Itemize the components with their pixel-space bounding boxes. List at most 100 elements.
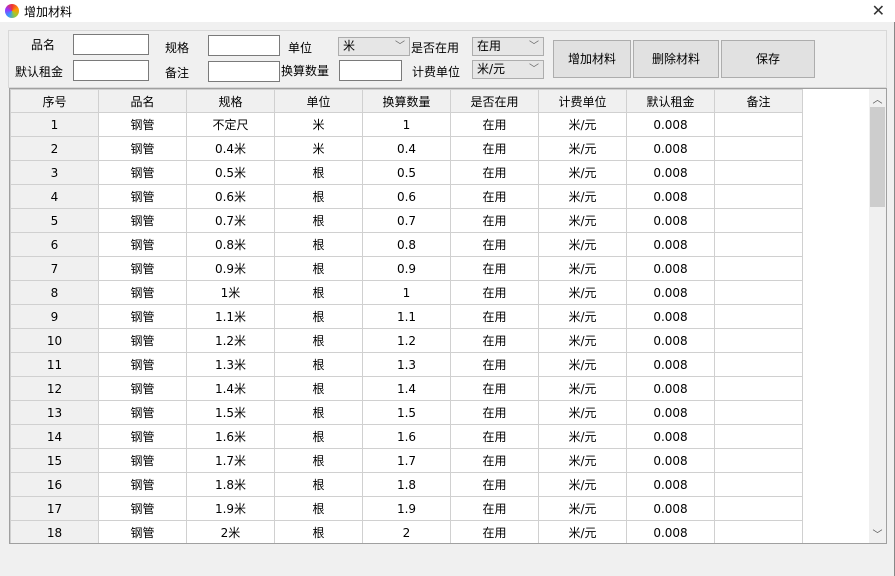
table-row[interactable]: 16 钢管 1.8米根 1.8 在用 米/元 0.008 (10, 472, 803, 497)
cell-conv[interactable]: 0.5 (362, 160, 451, 185)
column-header-rent[interactable]: 默认租金 (626, 89, 715, 113)
cell-note[interactable] (714, 304, 803, 329)
unit-select[interactable]: 米 ﹀ (338, 37, 410, 56)
cell-note[interactable] (714, 184, 803, 209)
cell-inuse[interactable]: 在用 (450, 520, 539, 543)
cell-rent[interactable]: 0.008 (626, 376, 715, 401)
cell-note[interactable] (714, 352, 803, 377)
cell-rent[interactable]: 0.008 (626, 520, 715, 543)
cell-spec[interactable]: 1.2米 (186, 328, 275, 353)
cell-name[interactable]: 钢管 (98, 184, 187, 209)
cell-conv[interactable]: 1.1 (362, 304, 451, 329)
cell-unit[interactable]: 根 (274, 304, 363, 329)
cell-index[interactable]: 3 (10, 160, 99, 185)
cell-note[interactable] (714, 496, 803, 521)
cell-rent[interactable]: 0.008 (626, 184, 715, 209)
cell-unit[interactable]: 根 (274, 424, 363, 449)
column-header-unit[interactable]: 单位 (274, 89, 363, 113)
table-row[interactable]: 5 钢管 0.7米根 0.7 在用 米/元 0.008 (10, 208, 803, 233)
cell-name[interactable]: 钢管 (98, 352, 187, 377)
table-row[interactable]: 3 钢管 0.5米根 0.5 在用 米/元 0.008 (10, 160, 803, 185)
cell-spec[interactable]: 1.1米 (186, 304, 275, 329)
table-row[interactable]: 18 钢管 2米根 2 在用 米/元 0.008 (10, 520, 803, 543)
save-button[interactable]: 保存 (721, 40, 815, 78)
note-input[interactable] (208, 61, 280, 82)
cell-name[interactable]: 钢管 (98, 304, 187, 329)
cell-unit[interactable]: 米 (274, 112, 363, 137)
vertical-scrollbar[interactable]: ︿ ﹀ (869, 89, 886, 543)
cell-conv[interactable]: 1.5 (362, 400, 451, 425)
cell-note[interactable] (714, 472, 803, 497)
table-row[interactable]: 13 钢管 1.5米根 1.5 在用 米/元 0.008 (10, 400, 803, 425)
cell-note[interactable] (714, 376, 803, 401)
cell-index[interactable]: 7 (10, 256, 99, 281)
billing-select[interactable]: 米/元 ﹀ (472, 60, 544, 79)
cell-conv[interactable]: 0.6 (362, 184, 451, 209)
table-row[interactable]: 8 钢管 1米根 1 在用 米/元 0.008 (10, 280, 803, 305)
cell-unit[interactable]: 根 (274, 280, 363, 305)
cell-note[interactable] (714, 520, 803, 543)
column-header-inuse[interactable]: 是否在用 (450, 89, 539, 113)
cell-spec[interactable]: 0.4米 (186, 136, 275, 161)
cell-billing[interactable]: 米/元 (538, 400, 627, 425)
cell-rent[interactable]: 0.008 (626, 400, 715, 425)
cell-unit[interactable]: 根 (274, 232, 363, 257)
cell-unit[interactable]: 根 (274, 496, 363, 521)
cell-inuse[interactable]: 在用 (450, 280, 539, 305)
cell-unit[interactable]: 根 (274, 520, 363, 543)
cell-inuse[interactable]: 在用 (450, 376, 539, 401)
cell-billing[interactable]: 米/元 (538, 520, 627, 543)
cell-rent[interactable]: 0.008 (626, 424, 715, 449)
cell-conv[interactable]: 2 (362, 520, 451, 543)
cell-inuse[interactable]: 在用 (450, 112, 539, 137)
cell-name[interactable]: 钢管 (98, 232, 187, 257)
cell-rent[interactable]: 0.008 (626, 112, 715, 137)
table-row[interactable]: 6 钢管 0.8米根 0.8 在用 米/元 0.008 (10, 232, 803, 257)
cell-spec[interactable]: 1米 (186, 280, 275, 305)
name-input[interactable] (73, 34, 149, 55)
table-row[interactable]: 10 钢管 1.2米根 1.2 在用 米/元 0.008 (10, 328, 803, 353)
cell-name[interactable]: 钢管 (98, 280, 187, 305)
cell-conv[interactable]: 1.7 (362, 448, 451, 473)
cell-name[interactable]: 钢管 (98, 256, 187, 281)
cell-note[interactable] (714, 424, 803, 449)
cell-billing[interactable]: 米/元 (538, 256, 627, 281)
cell-note[interactable] (714, 136, 803, 161)
cell-billing[interactable]: 米/元 (538, 112, 627, 137)
cell-index[interactable]: 13 (10, 400, 99, 425)
cell-name[interactable]: 钢管 (98, 424, 187, 449)
conv-input[interactable] (339, 60, 402, 81)
cell-unit[interactable]: 根 (274, 472, 363, 497)
cell-billing[interactable]: 米/元 (538, 304, 627, 329)
cell-inuse[interactable]: 在用 (450, 472, 539, 497)
cell-conv[interactable]: 1.8 (362, 472, 451, 497)
cell-spec[interactable]: 0.9米 (186, 256, 275, 281)
column-header-name[interactable]: 品名 (98, 89, 187, 113)
cell-conv[interactable]: 1 (362, 280, 451, 305)
inuse-select[interactable]: 在用 ﹀ (472, 37, 544, 56)
column-header-note[interactable]: 备注 (714, 89, 803, 113)
cell-billing[interactable]: 米/元 (538, 496, 627, 521)
table-row[interactable]: 15 钢管 1.7米根 1.7 在用 米/元 0.008 (10, 448, 803, 473)
cell-conv[interactable]: 1 (362, 112, 451, 137)
table-row[interactable]: 9 钢管 1.1米根 1.1 在用 米/元 0.008 (10, 304, 803, 329)
cell-spec[interactable]: 0.6米 (186, 184, 275, 209)
cell-rent[interactable]: 0.008 (626, 352, 715, 377)
cell-index[interactable]: 11 (10, 352, 99, 377)
cell-spec[interactable]: 0.8米 (186, 232, 275, 257)
cell-spec[interactable]: 1.4米 (186, 376, 275, 401)
cell-billing[interactable]: 米/元 (538, 208, 627, 233)
cell-rent[interactable]: 0.008 (626, 472, 715, 497)
spec-input[interactable] (208, 35, 280, 56)
column-header-billing[interactable]: 计费单位 (538, 89, 627, 113)
cell-inuse[interactable]: 在用 (450, 208, 539, 233)
scroll-up-icon[interactable]: ︿ (869, 91, 886, 106)
cell-inuse[interactable]: 在用 (450, 352, 539, 377)
cell-conv[interactable]: 1.3 (362, 352, 451, 377)
cell-unit[interactable]: 根 (274, 376, 363, 401)
cell-name[interactable]: 钢管 (98, 472, 187, 497)
add-material-button[interactable]: 增加材料 (553, 40, 631, 78)
cell-unit[interactable]: 根 (274, 448, 363, 473)
cell-billing[interactable]: 米/元 (538, 472, 627, 497)
cell-billing[interactable]: 米/元 (538, 376, 627, 401)
